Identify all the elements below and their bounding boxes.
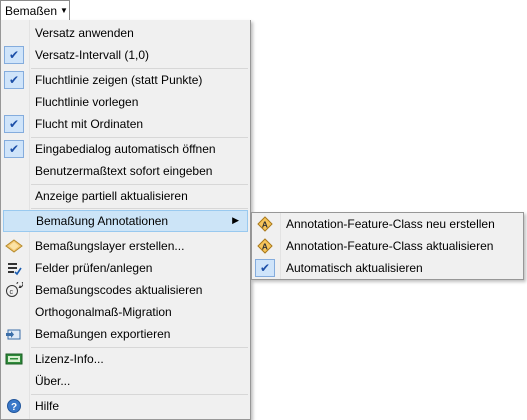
- menu-item-label: Bemaßungscodes aktualisieren: [35, 283, 203, 297]
- menu-item-hilfe[interactable]: ? Hilfe: [1, 395, 250, 417]
- menu-item-label: Bemaßung Annotationen: [36, 214, 169, 228]
- menu-item-felder-pruefen[interactable]: Felder prüfen/anlegen: [1, 257, 250, 279]
- check-icon: ✔: [4, 46, 24, 64]
- menu-item-lizenz-info[interactable]: Lizenz-Info...: [1, 348, 250, 370]
- svg-text:A: A: [262, 242, 268, 252]
- menu-item-versatz-anwenden[interactable]: Versatz anwenden: [1, 22, 250, 44]
- menu-item-label: Annotation-Feature-Class neu erstellen: [286, 217, 495, 231]
- check-icon: ✔: [255, 259, 275, 277]
- check-icon: ✔: [4, 115, 24, 133]
- menu-item-bemassung-annotationen[interactable]: Bemaßung Annotationen ▶: [3, 210, 248, 232]
- menu-item-benutzermasstext[interactable]: Benutzermaßtext sofort eingeben: [1, 160, 250, 182]
- submenu-item-automatisch-aktualisieren[interactable]: ✔ Automatisch aktualisieren: [252, 257, 523, 279]
- menu-item-label: Über...: [35, 374, 71, 388]
- help-icon: ?: [4, 397, 24, 415]
- menu-item-label: Lizenz-Info...: [35, 352, 104, 366]
- menu-item-label: Flucht mit Ordinaten: [35, 117, 144, 131]
- submenu-item-annotation-aktualisieren[interactable]: A Annotation-Feature-Class aktualisieren: [252, 235, 523, 257]
- layer-diamond-icon: [4, 237, 24, 255]
- menu-item-anzeige-partiell[interactable]: Anzeige partiell aktualisieren: [1, 185, 250, 207]
- menu-bar: Bemaßen ▼: [0, 0, 527, 20]
- menu-item-label: Annotation-Feature-Class aktualisieren: [286, 239, 494, 253]
- menu-item-label: Felder prüfen/anlegen: [35, 261, 153, 275]
- menu-item-bemassungscodes[interactable]: c Bemaßungscodes aktualisieren: [1, 279, 250, 301]
- check-icon: ✔: [4, 71, 24, 89]
- svg-text:A: A: [262, 220, 268, 230]
- menu-item-label: Hilfe: [35, 399, 60, 413]
- chevron-down-icon: ▼: [60, 6, 68, 15]
- menu-item-label: Versatz-Intervall (1,0): [35, 48, 150, 62]
- menu-item-label: Bemaßungslayer erstellen...: [35, 239, 185, 253]
- submenu-arrow-icon: ▶: [232, 215, 239, 225]
- bemassen-menu-button[interactable]: Bemaßen ▼: [0, 0, 70, 20]
- menu-item-label: Benutzermaßtext sofort eingeben: [35, 164, 213, 178]
- license-icon: [4, 350, 24, 368]
- menu-item-versatz-intervall[interactable]: ✔ Versatz-Intervall (1,0): [1, 44, 250, 66]
- menu-item-label: Fluchtlinie zeigen (statt Punkte): [35, 73, 203, 87]
- fields-check-icon: [4, 259, 24, 277]
- annotation-icon: A: [255, 237, 275, 255]
- menu-item-label: Eingabedialog automatisch öffnen: [35, 142, 216, 156]
- menu-item-orthogonalmass-migration[interactable]: Orthogonalmaß-Migration: [1, 301, 250, 323]
- menu-item-bemassungslayer-erstellen[interactable]: Bemaßungslayer erstellen...: [1, 235, 250, 257]
- menu-item-fluchtlinie-vorlegen[interactable]: Fluchtlinie vorlegen: [1, 91, 250, 113]
- svg-text:?: ?: [11, 402, 17, 413]
- annotation-submenu: A Annotation-Feature-Class neu erstellen…: [251, 212, 524, 280]
- menu-item-label: Versatz anwenden: [35, 26, 134, 40]
- menu-item-label: Anzeige partiell aktualisieren: [35, 189, 188, 203]
- menu-item-label: Orthogonalmaß-Migration: [35, 305, 172, 319]
- check-icon: ✔: [4, 140, 24, 158]
- menu-item-label: Automatisch aktualisieren: [286, 261, 423, 275]
- menu-item-fluchtlinie-zeigen[interactable]: ✔ Fluchtlinie zeigen (statt Punkte): [1, 69, 250, 91]
- submenu-item-annotation-neu[interactable]: A Annotation-Feature-Class neu erstellen: [252, 213, 523, 235]
- menu-title: Bemaßen: [5, 3, 58, 18]
- menu-item-flucht-mit-ordinaten[interactable]: ✔ Flucht mit Ordinaten: [1, 113, 250, 135]
- menu-item-eingabedialog[interactable]: ✔ Eingabedialog automatisch öffnen: [1, 138, 250, 160]
- menu-item-bemassungen-exportieren[interactable]: Bemaßungen exportieren: [1, 323, 250, 345]
- menu-item-ueber[interactable]: Über...: [1, 370, 250, 392]
- dropdown-menu: Versatz anwenden ✔ Versatz-Intervall (1,…: [0, 20, 251, 420]
- menu-item-label: Bemaßungen exportieren: [35, 327, 171, 341]
- menu-item-label: Fluchtlinie vorlegen: [35, 95, 139, 109]
- copyright-refresh-icon: c: [4, 281, 24, 299]
- svg-text:c: c: [10, 289, 14, 296]
- export-icon: [4, 325, 24, 343]
- menu-separator: [31, 208, 248, 209]
- annotation-icon: A: [255, 215, 275, 233]
